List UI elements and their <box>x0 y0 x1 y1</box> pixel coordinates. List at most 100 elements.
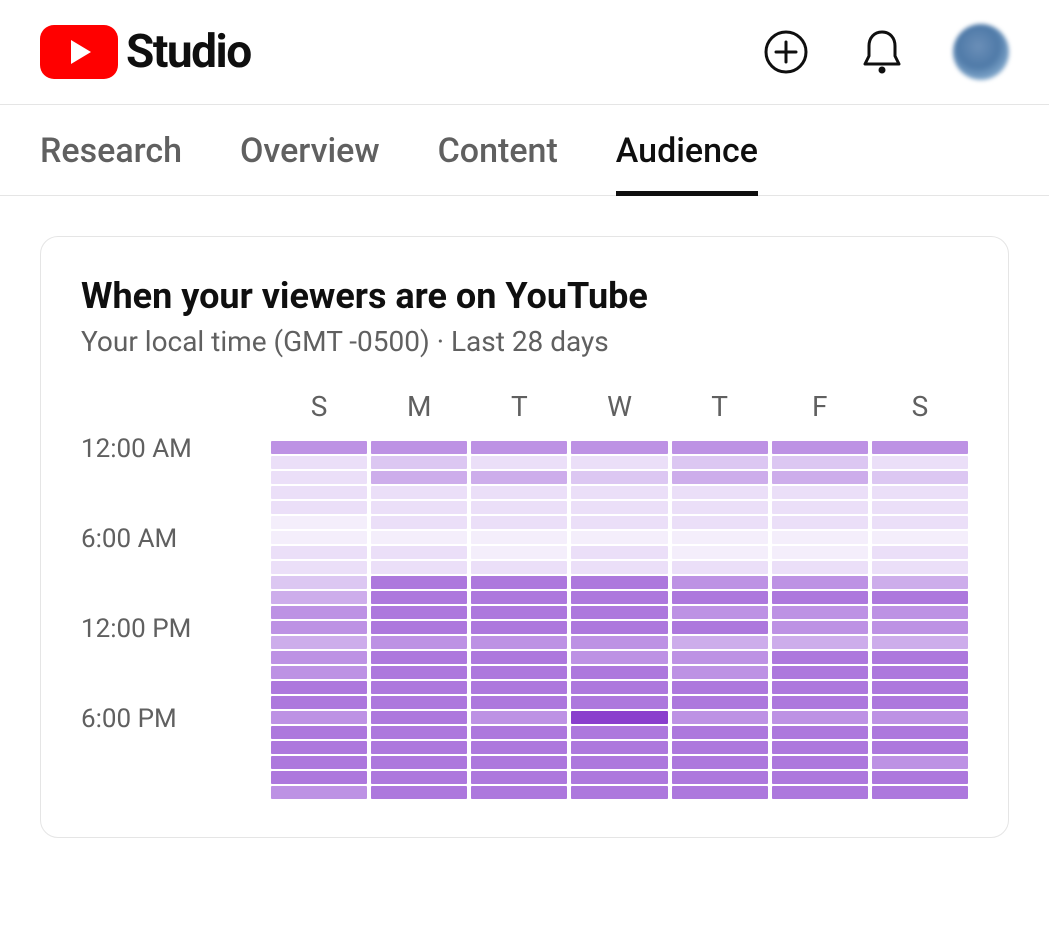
heatmap-cell <box>872 441 968 454</box>
heatmap-day-column <box>772 441 868 799</box>
heatmap-cell <box>772 606 868 619</box>
card-subtitle: Your local time (GMT -0500) · Last 28 da… <box>81 325 968 358</box>
heatmap-cell <box>672 741 768 754</box>
heatmap-cell <box>772 621 868 634</box>
heatmap-cell <box>471 696 567 709</box>
heatmap-cell <box>271 681 367 694</box>
heatmap-cell <box>371 756 467 769</box>
heatmap-cell <box>571 726 667 739</box>
heatmap-cell <box>371 741 467 754</box>
heatmap-cell <box>471 681 567 694</box>
heatmap-cell <box>271 546 367 559</box>
tab-content[interactable]: Content <box>438 131 558 195</box>
youtube-logo-icon <box>40 25 118 79</box>
heatmap-cell <box>571 666 667 679</box>
heatmap-cell <box>672 726 768 739</box>
heatmap-day-header: S <box>872 390 968 423</box>
heatmap-cell <box>271 756 367 769</box>
heatmap-cell <box>872 456 968 469</box>
heatmap-grid <box>271 441 968 799</box>
heatmap-cell <box>571 696 667 709</box>
brand-text: Studio <box>126 25 251 79</box>
heatmap-cell <box>571 606 667 619</box>
heatmap-cell <box>772 516 868 529</box>
heatmap-cell <box>571 441 667 454</box>
heatmap-cell <box>872 486 968 499</box>
heatmap-day-header: M <box>371 390 467 423</box>
heatmap-cell <box>471 771 567 784</box>
card-title: When your viewers are on YouTube <box>81 275 968 317</box>
heatmap-cell <box>872 771 968 784</box>
heatmap-cell <box>872 666 968 679</box>
heatmap-cell <box>471 636 567 649</box>
heatmap-cell <box>872 756 968 769</box>
heatmap-cell <box>571 681 667 694</box>
heatmap-cell <box>672 471 768 484</box>
bell-icon <box>860 28 904 76</box>
tab-overview[interactable]: Overview <box>240 131 380 195</box>
brand[interactable]: Studio <box>40 25 251 79</box>
heatmap-cell <box>672 651 768 664</box>
notifications-button[interactable] <box>857 27 907 77</box>
heatmap-cell <box>672 786 768 799</box>
tab-research[interactable]: Research <box>40 131 182 195</box>
heatmap-cell <box>571 486 667 499</box>
heatmap-cell <box>571 771 667 784</box>
heatmap-cell <box>271 501 367 514</box>
heatmap-cell <box>772 636 868 649</box>
heatmap-cell <box>371 771 467 784</box>
heatmap-cell <box>872 546 968 559</box>
heatmap-cell <box>471 546 567 559</box>
heatmap-cell <box>371 621 467 634</box>
create-button[interactable] <box>761 27 811 77</box>
heatmap-cell <box>571 561 667 574</box>
heatmap-cell <box>571 711 667 724</box>
heatmap-cell <box>471 711 567 724</box>
heatmap-cell <box>271 471 367 484</box>
heatmap-cell <box>772 786 868 799</box>
plus-circle-icon <box>763 29 809 75</box>
heatmap-cell <box>271 741 367 754</box>
heatmap-day-headers: SMTWTFS <box>271 390 968 423</box>
heatmap-cell <box>672 621 768 634</box>
heatmap-cell <box>271 786 367 799</box>
tabs: Research Overview Content Audience <box>0 105 1049 196</box>
heatmap-cell <box>571 456 667 469</box>
heatmap-cell <box>371 516 467 529</box>
heatmap-cell <box>772 726 868 739</box>
heatmap-cell <box>371 561 467 574</box>
heatmap-cell <box>271 651 367 664</box>
heatmap-cell <box>471 606 567 619</box>
heatmap-cell <box>872 621 968 634</box>
heatmap-cell <box>772 666 868 679</box>
heatmap-cell <box>672 711 768 724</box>
heatmap-cell <box>672 756 768 769</box>
heatmap-cell <box>872 591 968 604</box>
heatmap-cell <box>772 486 868 499</box>
heatmap-cell <box>872 471 968 484</box>
heatmap-cell <box>872 711 968 724</box>
heatmap-cell <box>371 636 467 649</box>
heatmap-cell <box>371 531 467 544</box>
heatmap-cell <box>672 696 768 709</box>
heatmap-cell <box>271 666 367 679</box>
heatmap-day-header: T <box>471 390 567 423</box>
avatar[interactable] <box>953 24 1009 80</box>
tab-audience[interactable]: Audience <box>616 131 758 195</box>
heatmap-cell <box>271 576 367 589</box>
heatmap-cell <box>371 471 467 484</box>
heatmap-cell <box>271 516 367 529</box>
heatmap-cell <box>772 456 868 469</box>
heatmap-cell <box>571 501 667 514</box>
heatmap-cell <box>672 591 768 604</box>
heatmap-cell <box>772 546 868 559</box>
heatmap-cell <box>872 561 968 574</box>
heatmap-cell <box>571 636 667 649</box>
heatmap-cell <box>271 621 367 634</box>
heatmap-cell <box>471 501 567 514</box>
heatmap-day-column <box>672 441 768 799</box>
top-bar: Studio <box>0 0 1049 104</box>
heatmap-cell <box>271 486 367 499</box>
heatmap-cell <box>471 456 567 469</box>
heatmap-cell <box>772 756 868 769</box>
